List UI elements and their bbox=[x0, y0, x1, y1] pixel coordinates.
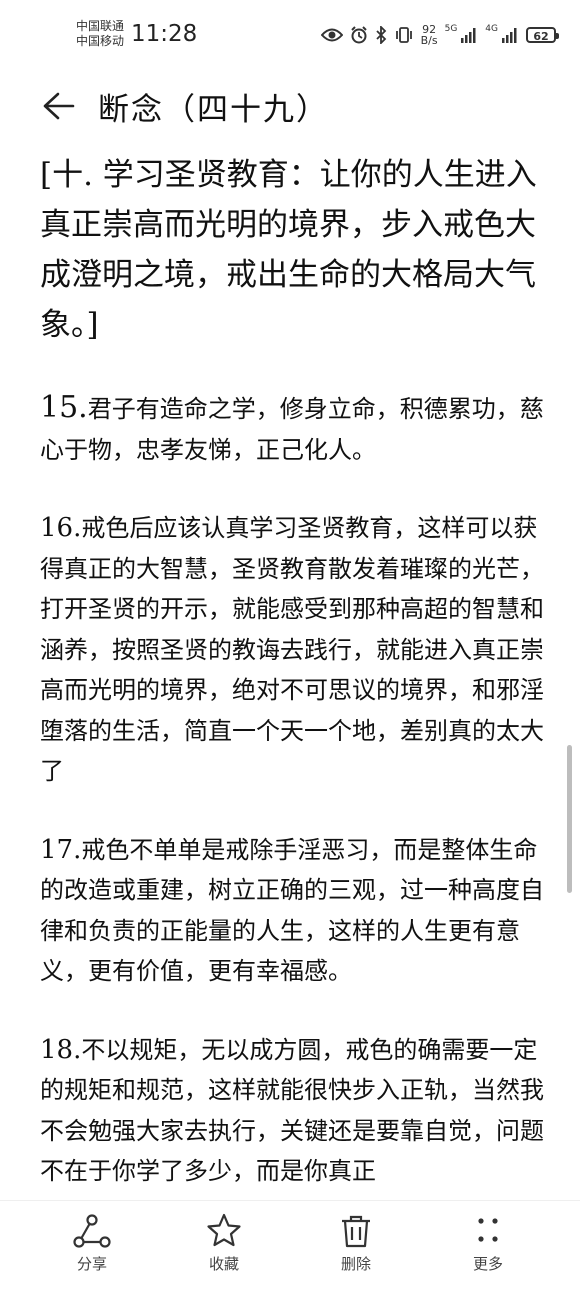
lead-paragraph: [十. 学习圣贤教育：让你的人生进入真正崇高而光明的境界，步入戒色大成澄明之境，… bbox=[40, 157, 537, 343]
paragraph-17: 17.戒色不单单是戒除手淫恶习，而是整体生命的改造或重建，树立正确的三观，过一种… bbox=[40, 830, 560, 992]
share-button[interactable]: 分享 bbox=[52, 1213, 132, 1274]
signal-icon bbox=[502, 28, 517, 43]
delete-button[interactable]: 删除 bbox=[316, 1213, 396, 1274]
share-icon bbox=[73, 1214, 111, 1248]
star-icon bbox=[207, 1213, 241, 1247]
status-bar: 中国联通 中国移动 11:28 92 B/s 5G 4G 62 bbox=[0, 0, 580, 70]
paragraph-16: 16.戒色后应该认真学习圣贤教育，这样可以获得真正的大智慧，圣贤教育散发着璀璨的… bbox=[40, 508, 560, 792]
paragraph-text: 君子有造命之学，修身立命，积德累功，慈心于物，忠孝友悌，正己化人。 bbox=[40, 395, 544, 464]
paragraph-text: 不以规矩，无以成方圆，戒色的确需要一定的规矩和规范，这样就能很快步入正轨，当然我… bbox=[40, 1035, 544, 1186]
back-arrow-icon[interactable] bbox=[40, 88, 76, 124]
share-label: 分享 bbox=[76, 1255, 107, 1273]
bottom-action-bar: 分享 收藏 删除 更多 bbox=[0, 1200, 580, 1290]
note-header: 断念（四十九） bbox=[0, 78, 580, 134]
vibrate-icon bbox=[395, 27, 412, 43]
page-title: 断念（四十九） bbox=[98, 92, 329, 128]
net-speed: 92 B/s bbox=[420, 23, 438, 47]
delete-label: 删除 bbox=[340, 1255, 371, 1273]
favorite-button[interactable]: 收藏 bbox=[184, 1213, 264, 1274]
trash-icon bbox=[342, 1215, 370, 1248]
paragraph-number: 15. bbox=[40, 390, 88, 425]
alarm-icon bbox=[350, 26, 367, 44]
more-label: 更多 bbox=[472, 1255, 503, 1273]
status-time: 11:28 bbox=[131, 21, 198, 47]
eye-icon bbox=[320, 28, 343, 42]
scrollbar[interactable] bbox=[567, 745, 572, 893]
note-content: [十. 学习圣贤教育：让你的人生进入真正崇高而光明的境界，步入戒色大成澄明之境，… bbox=[40, 150, 560, 1230]
paragraph-18: 18.不以规矩，无以成方圆，戒色的确需要一定的规矩和规范，这样就能很快步入正轨，… bbox=[40, 1030, 560, 1192]
carrier-1: 中国联通 bbox=[76, 19, 125, 33]
paragraph-15: 15.君子有造命之学，修身立命，积德累功，慈心于物，忠孝友悌，正己化人。 bbox=[40, 388, 560, 470]
status-icons: 92 B/s 5G 4G 62 bbox=[320, 23, 559, 47]
more-dots-icon bbox=[478, 1218, 498, 1242]
signal-1-label: 5G bbox=[444, 24, 458, 34]
favorite-label: 收藏 bbox=[208, 1255, 239, 1273]
paragraph-number: 18. bbox=[40, 1034, 82, 1065]
bluetooth-icon bbox=[375, 26, 386, 44]
battery-icon: 62 bbox=[526, 27, 559, 43]
carrier-names: 中国联通 中国移动 bbox=[76, 19, 124, 49]
signal-icon bbox=[461, 28, 476, 43]
signal-2-label: 4G bbox=[485, 24, 498, 34]
paragraph-text: 戒色后应该认真学习圣贤教育，这样可以获得真正的大智慧，圣贤教育散发着璀璨的光芒，… bbox=[40, 514, 544, 785]
paragraph-text: 戒色不单单是戒除手淫恶习，而是整体生命的改造或重建，树立正确的三观，过一种高度自… bbox=[40, 835, 544, 986]
paragraph-number: 17. bbox=[40, 834, 82, 865]
carrier-2: 中国移动 bbox=[76, 34, 125, 48]
paragraph-number: 16. bbox=[40, 513, 82, 543]
more-button[interactable]: 更多 bbox=[448, 1213, 528, 1274]
